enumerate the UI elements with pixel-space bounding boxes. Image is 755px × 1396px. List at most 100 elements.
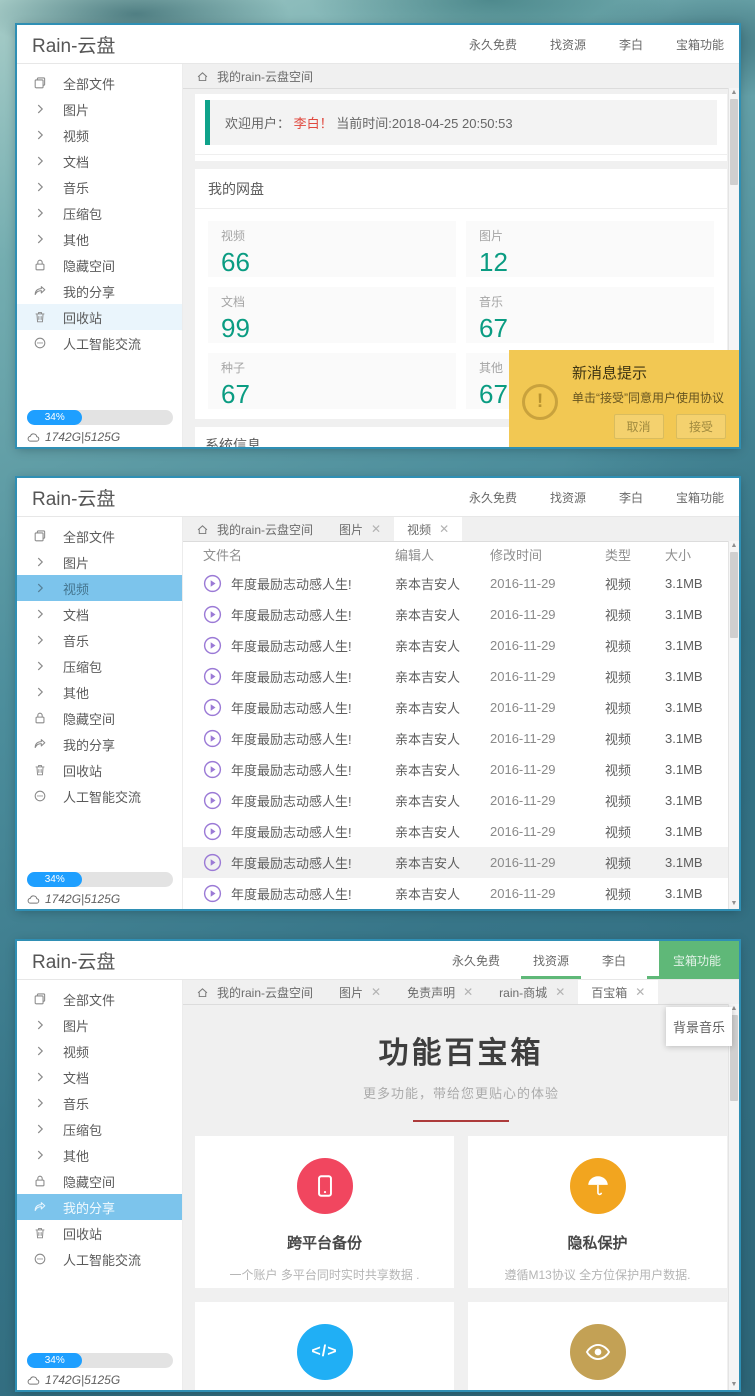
- sidebar-item-others[interactable]: 其他: [17, 1142, 182, 1168]
- scrollbar-thumb[interactable]: [730, 552, 738, 638]
- nav-item-toolbox-menu[interactable]: 宝箱功能: [676, 25, 724, 63]
- sidebar-item-documents[interactable]: 文档: [17, 148, 182, 174]
- play-circle-icon[interactable]: [203, 791, 222, 810]
- sidebar-item-videos[interactable]: 视频: [17, 122, 182, 148]
- cancel-button[interactable]: 取消: [614, 414, 664, 439]
- sidebar-item-my-shares[interactable]: 我的分享: [17, 731, 182, 757]
- nav-item-free-forever[interactable]: 永久免费: [469, 478, 517, 516]
- sidebar-item-hidden-space[interactable]: 隐藏空间: [17, 1168, 182, 1194]
- play-circle-icon[interactable]: [203, 636, 222, 655]
- sidebar-item-hidden-space[interactable]: 隐藏空间: [17, 705, 182, 731]
- nav-item-free-forever[interactable]: 永久免费: [469, 25, 517, 63]
- close-icon[interactable]: ✕: [463, 986, 473, 998]
- file-row[interactable]: 年度最励志动感人生!亲本吉安人2016-11-29视频3.1MB: [183, 847, 739, 878]
- header-editor[interactable]: 编辑人: [395, 545, 490, 564]
- sidebar-item-videos[interactable]: 视频: [17, 575, 182, 601]
- close-icon[interactable]: ✕: [635, 986, 645, 998]
- feature-card-access-trace[interactable]: 访问痕迹查看: [468, 1302, 727, 1390]
- close-icon[interactable]: ✕: [555, 986, 565, 998]
- sidebar-item-music[interactable]: 音乐: [17, 627, 182, 653]
- play-circle-icon[interactable]: [203, 822, 222, 841]
- sidebar-item-ai-chat[interactable]: 人工智能交流: [17, 330, 182, 356]
- nav-item-free-forever[interactable]: 永久免费: [452, 941, 500, 979]
- play-circle-icon[interactable]: [203, 853, 222, 872]
- feature-card-cross-platform-backup[interactable]: 跨平台备份 一个账户 多平台同时实时共享数据 .: [195, 1136, 454, 1288]
- nav-item-toolbox-menu[interactable]: 宝箱功能: [659, 941, 739, 979]
- tab-rain-mall[interactable]: rain-商城✕: [486, 980, 578, 1004]
- nav-item-username[interactable]: 李白: [619, 25, 643, 63]
- file-row[interactable]: 年度最励志动感人生!亲本吉安人2016-11-29视频3.1MB: [183, 568, 739, 599]
- file-row[interactable]: 年度最励志动感人生!亲本吉安人2016-11-29视频3.1MB: [183, 816, 739, 847]
- file-row[interactable]: 年度最励志动感人生!亲本吉安人2016-11-29视频3.1MB: [183, 599, 739, 630]
- file-row[interactable]: 年度最励志动感人生!亲本吉安人2016-11-29视频3.1MB: [183, 630, 739, 661]
- close-icon[interactable]: ✕: [439, 523, 449, 535]
- sidebar-item-music[interactable]: 音乐: [17, 174, 182, 200]
- sidebar-item-others[interactable]: 其他: [17, 679, 182, 705]
- storage-progress[interactable]: 34%: [27, 410, 173, 425]
- play-circle-icon[interactable]: [203, 667, 222, 686]
- content-scrollbar[interactable]: ▲ ▼: [728, 1004, 739, 1390]
- nav-item-find-resources[interactable]: 找资源: [533, 941, 569, 979]
- sidebar-item-archives[interactable]: 压缩包: [17, 653, 182, 679]
- sidebar-item-my-shares[interactable]: 我的分享: [17, 1194, 182, 1220]
- header-filename[interactable]: 文件名: [203, 545, 395, 564]
- content-scrollbar[interactable]: ▲ ▼: [728, 541, 739, 909]
- scroll-down-arrow[interactable]: ▼: [729, 1380, 739, 1390]
- file-row[interactable]: 年度最励志动感人生!亲本吉安人2016-11-29视频3.1MB: [183, 754, 739, 785]
- tab-home[interactable]: 我的rain-云盘空间: [183, 517, 326, 541]
- nav-item-find-resources[interactable]: 找资源: [550, 478, 586, 516]
- sidebar-item-hidden-space[interactable]: 隐藏空间: [17, 252, 182, 278]
- scrollbar-thumb[interactable]: [730, 99, 738, 185]
- sidebar-item-all-files[interactable]: 全部文件: [17, 986, 182, 1012]
- sidebar-item-recycle-bin[interactable]: 回收站: [17, 1220, 182, 1246]
- file-row[interactable]: 年度最励志动感人生!亲本吉安人2016-11-29视频3.1MB: [183, 878, 739, 909]
- header-type[interactable]: 类型: [605, 545, 665, 564]
- sidebar-item-documents[interactable]: 文档: [17, 601, 182, 627]
- tab-images[interactable]: 图片✕: [326, 517, 394, 541]
- sidebar-item-all-files[interactable]: 全部文件: [17, 70, 182, 96]
- sidebar-item-my-shares[interactable]: 我的分享: [17, 278, 182, 304]
- sidebar-item-images[interactable]: 图片: [17, 549, 182, 575]
- file-row[interactable]: 年度最励志动感人生!亲本吉安人2016-11-29视频3.1MB: [183, 661, 739, 692]
- file-row[interactable]: 年度最励志动感人生!亲本吉安人2016-11-29视频3.1MB: [183, 692, 739, 723]
- file-row[interactable]: 年度最励志动感人生!亲本吉安人2016-11-29视频3.1MB: [183, 785, 739, 816]
- nav-item-find-resources[interactable]: 找资源: [550, 25, 586, 63]
- sidebar-item-archives[interactable]: 压缩包: [17, 200, 182, 226]
- tab-images[interactable]: 图片✕: [326, 980, 394, 1004]
- nav-item-toolbox-menu[interactable]: 宝箱功能: [676, 478, 724, 516]
- play-circle-icon[interactable]: [203, 884, 222, 903]
- feature-card-plugin-support[interactable]: </> 支持插件: [195, 1302, 454, 1390]
- sidebar-item-images[interactable]: 图片: [17, 1012, 182, 1038]
- storage-progress[interactable]: 34%: [27, 1353, 173, 1368]
- sidebar-item-others[interactable]: 其他: [17, 226, 182, 252]
- header-size[interactable]: 大小: [665, 545, 727, 564]
- play-circle-icon[interactable]: [203, 760, 222, 779]
- file-row[interactable]: 年度最励志动感人生!亲本吉安人2016-11-29视频3.1MB: [183, 723, 739, 754]
- sidebar-item-documents[interactable]: 文档: [17, 1064, 182, 1090]
- play-circle-icon[interactable]: [203, 605, 222, 624]
- sidebar-item-videos[interactable]: 视频: [17, 1038, 182, 1064]
- close-icon[interactable]: ✕: [371, 523, 381, 535]
- sidebar-item-ai-chat[interactable]: 人工智能交流: [17, 783, 182, 809]
- tab-videos[interactable]: 视频✕: [394, 517, 462, 541]
- play-circle-icon[interactable]: [203, 574, 222, 593]
- sidebar-item-images[interactable]: 图片: [17, 96, 182, 122]
- scroll-up-arrow[interactable]: ▲: [729, 88, 739, 98]
- accept-button[interactable]: 接受: [676, 414, 726, 439]
- storage-progress[interactable]: 34%: [27, 872, 173, 887]
- scroll-up-arrow[interactable]: ▲: [729, 541, 739, 551]
- nav-item-username[interactable]: 李白: [602, 941, 626, 979]
- toolbox-dropdown-item-background-music[interactable]: 背景音乐: [666, 1007, 732, 1046]
- scroll-down-arrow[interactable]: ▼: [729, 899, 739, 909]
- sidebar-item-ai-chat[interactable]: 人工智能交流: [17, 1246, 182, 1272]
- tab-toolbox[interactable]: 百宝箱✕: [578, 980, 658, 1004]
- close-icon[interactable]: ✕: [371, 986, 381, 998]
- nav-item-username[interactable]: 李白: [619, 478, 643, 516]
- play-circle-icon[interactable]: [203, 698, 222, 717]
- play-circle-icon[interactable]: [203, 729, 222, 748]
- sidebar-item-all-files[interactable]: 全部文件: [17, 523, 182, 549]
- feature-card-privacy-protection[interactable]: 隐私保护 遵循M13协议 全方位保护用户数据.: [468, 1136, 727, 1288]
- sidebar-item-recycle-bin[interactable]: 回收站: [17, 304, 182, 330]
- header-modified[interactable]: 修改时间: [490, 545, 605, 564]
- sidebar-item-archives[interactable]: 压缩包: [17, 1116, 182, 1142]
